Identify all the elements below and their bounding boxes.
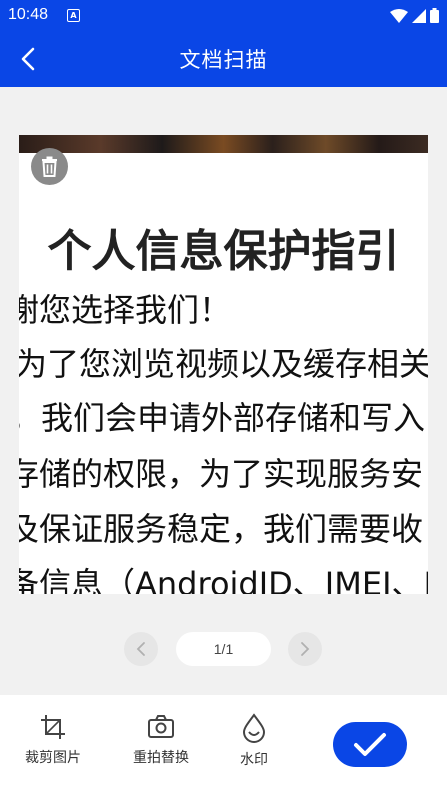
signal-icon — [412, 8, 426, 23]
retake-label: 重拍替换 — [133, 750, 189, 766]
watermark-button[interactable]: 水印 — [234, 713, 274, 769]
camera-icon — [148, 715, 174, 738]
document-line: 存储的权限，为了实现服务安 — [19, 455, 424, 493]
document-line: 谢您选择我们！ — [19, 291, 232, 329]
status-icons — [390, 8, 439, 23]
chevron-right-icon — [301, 642, 310, 656]
app-bar: 文档扫描 — [0, 30, 447, 87]
photo-edge — [19, 135, 428, 153]
next-page-button[interactable] — [288, 632, 322, 666]
page-navigator: 1/1 — [0, 632, 447, 666]
prev-page-button[interactable] — [124, 632, 158, 666]
crop-icon — [41, 715, 65, 739]
battery-icon — [430, 8, 439, 23]
crop-label: 裁剪图片 — [25, 750, 81, 766]
bottom-toolbar: 裁剪图片 重拍替换 水印 — [0, 695, 447, 794]
document-line: 为了您浏览视频以及缓存相关 — [19, 345, 428, 383]
chevron-left-icon — [136, 642, 145, 656]
document-preview[interactable]: 个人信息保护指引 谢您选择我们！ 为了您浏览视频以及缓存相关 ，我们会申请外部存… — [19, 135, 428, 594]
page-counter: 1/1 — [176, 632, 271, 666]
water-drop-icon — [242, 713, 266, 743]
page-title: 文档扫描 — [179, 48, 268, 72]
check-icon — [354, 733, 386, 756]
notification-icon: A — [67, 9, 80, 22]
confirm-button[interactable] — [333, 722, 407, 767]
trash-icon — [42, 156, 57, 177]
document-title: 个人信息保护指引 — [47, 226, 400, 277]
crop-button[interactable]: 裁剪图片 — [22, 713, 84, 767]
document-line: 备信息（AndroidID、IMEI、M — [19, 565, 428, 594]
status-time: 10:48 — [8, 6, 49, 23]
document-line: ，我们会申请外部存储和写入 — [19, 399, 426, 437]
watermark-label: 水印 — [240, 752, 268, 768]
retake-button[interactable]: 重拍替换 — [130, 713, 192, 767]
wifi-icon — [390, 8, 408, 23]
delete-button[interactable] — [31, 148, 68, 185]
status-bar: 10:48 A — [0, 0, 447, 30]
document-line: 及保证服务稳定，我们需要收 — [19, 510, 424, 548]
